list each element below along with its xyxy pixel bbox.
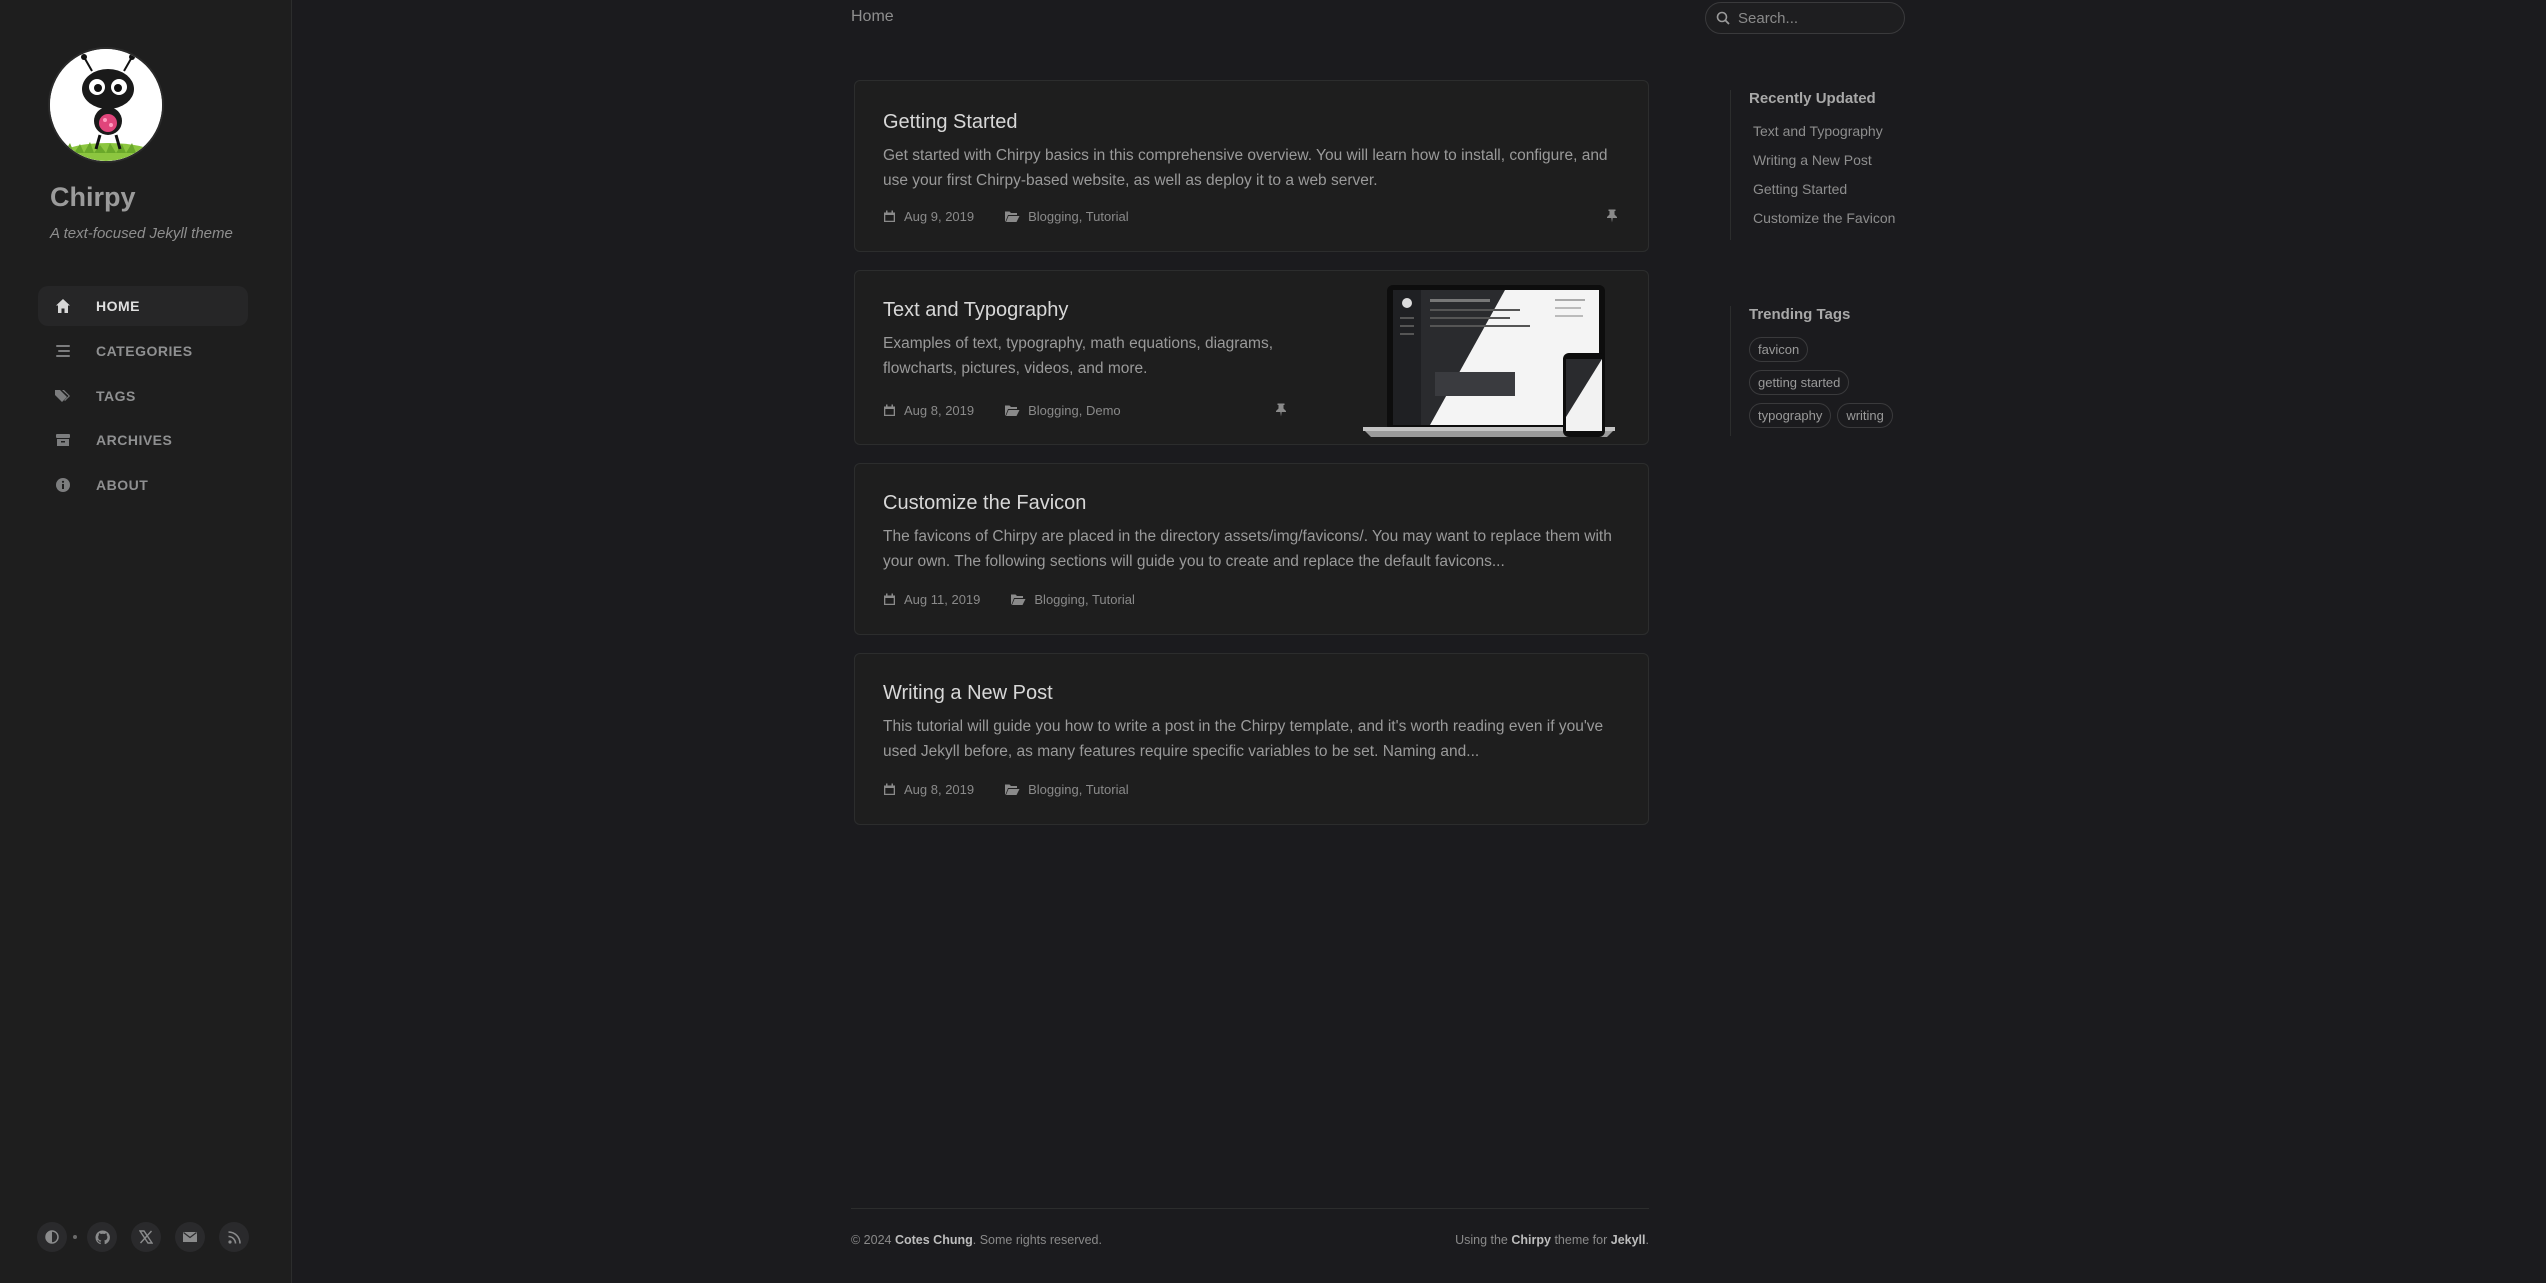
nav-item-home[interactable]: HOME [38,286,248,326]
end-text: . [1645,1233,1649,1247]
footer-divider [851,1208,1649,1209]
rss-icon [227,1230,241,1244]
tag-typography[interactable]: typography [1749,403,1832,428]
sidebar: Chirpy A text-focused Jekyll theme HOME … [0,0,292,1283]
stream-icon [54,342,72,360]
calendar-icon [883,593,896,606]
nav-label: CATEGORIES [96,343,193,359]
footer-theme-credit: Using the Chirpy theme for Jekyll. [1455,1233,1649,1247]
recent-link[interactable]: Text and Typography [1753,117,1895,146]
site-subtitle: A text-focused Jekyll theme [50,225,233,242]
recent-link[interactable]: Getting Started [1753,175,1895,204]
recent-link[interactable]: Writing a New Post [1753,146,1895,175]
theme-for-text: theme for [1554,1233,1608,1247]
post-meta: Aug 8, 2019 Blogging, Demo [883,403,1121,418]
folder-open-icon [1004,210,1020,223]
search-box[interactable] [1705,2,1905,34]
nav-item-tags[interactable]: TAGS [38,376,248,416]
trending-tags-panel: Trending Tags favicon getting started typo… [1730,306,1920,436]
post-title[interactable]: Text and Typography [883,299,1068,322]
recent-link[interactable]: Customize the Favicon [1753,204,1895,233]
post-categories: Blogging, Tutorial [1028,209,1129,224]
info-circle-icon [54,476,72,494]
post-card-text-and-typography[interactable]: Text and Typography Examples of text, ty… [854,270,1649,445]
folder-open-icon [1004,783,1020,796]
copyright-prefix: © 2024 [851,1233,892,1247]
search-icon [1716,11,1730,25]
theme-link[interactable]: Chirpy [1511,1233,1551,1247]
post-meta: Aug 9, 2019 Blogging, Tutorial [883,209,1129,224]
ant-mascot-icon [50,49,162,161]
search-input[interactable] [1738,9,1898,27]
post-title[interactable]: Customize the Favicon [883,492,1086,515]
pin-icon [1606,209,1618,228]
email-icon [183,1232,197,1242]
post-card-writing-a-new-post[interactable]: Writing a New Post This tutorial will gu… [854,653,1649,825]
tag-favicon[interactable]: favicon [1749,337,1809,362]
jekyll-link[interactable]: Jekyll [1611,1233,1646,1247]
github-button[interactable] [87,1222,117,1252]
post-meta: Aug 8, 2019 Blogging, Tutorial [883,782,1129,797]
breadcrumb: Home [851,8,894,25]
nav-label: ARCHIVES [96,432,173,448]
footer-copyright: © 2024 Cotes Chung. Some rights reserved… [851,1233,1102,1247]
post-card-getting-started[interactable]: Getting Started Get started with Chirpy … [854,80,1649,252]
tag-cloud: favicon getting started typography writing [1749,337,1919,436]
calendar-icon [883,210,896,223]
calendar-icon [883,783,896,796]
tag-getting-started[interactable]: getting started [1749,370,1850,395]
author-link[interactable]: Cotes Chung [895,1233,973,1247]
avatar[interactable] [48,47,164,163]
theme-toggle-icon [45,1230,59,1244]
devices-mockup-icon [1363,285,1615,437]
trending-tags-heading: Trending Tags [1749,306,1851,323]
archive-icon [54,431,72,449]
post-preview-image[interactable] [1345,277,1625,437]
x-twitter-icon [139,1230,153,1244]
post-excerpt: Get started with Chirpy basics in this c… [883,147,1608,189]
nav-item-archives[interactable]: ARCHIVES [38,420,248,460]
separator-dot [73,1235,77,1239]
recently-updated-heading: Recently Updated [1749,90,1876,107]
post-card-customize-the-favicon[interactable]: Customize the Favicon The favicons of Ch… [854,463,1649,635]
post-excerpt: This tutorial will guide you how to writ… [883,718,1604,760]
post-excerpt: The favicons of Chirpy are placed in the… [883,528,1612,570]
sidebar-bottom [37,1222,263,1252]
post-categories: Blogging, Tutorial [1028,782,1129,797]
post-date: Aug 8, 2019 [904,782,975,797]
nav-label: TAGS [96,388,136,404]
email-button[interactable] [175,1222,205,1252]
nav-item-categories[interactable]: CATEGORIES [38,331,248,371]
rights-text: . Some rights reserved. [972,1233,1102,1247]
rss-button[interactable] [219,1222,249,1252]
recently-updated-panel: Recently Updated Text and Typography Wri… [1730,90,1895,240]
post-excerpt: Examples of text, typography, math equat… [883,335,1273,377]
theme-toggle-button[interactable] [37,1222,67,1252]
nav-label: ABOUT [96,477,149,493]
pin-icon [1275,403,1287,422]
post-date: Aug 11, 2019 [904,592,981,607]
post-date: Aug 9, 2019 [904,209,975,224]
using-text: Using the [1455,1233,1508,1247]
home-icon [54,297,72,315]
calendar-icon [883,404,896,417]
folder-open-icon [1010,593,1026,606]
nav-item-about[interactable]: ABOUT [38,465,248,505]
folder-open-icon [1004,404,1020,417]
x-twitter-button[interactable] [131,1222,161,1252]
post-title[interactable]: Writing a New Post [883,682,1053,705]
github-icon [94,1229,110,1244]
post-meta: Aug 11, 2019 Blogging, Tutorial [883,592,1135,607]
site-title[interactable]: Chirpy [50,182,136,213]
tags-icon [54,387,72,405]
post-categories: Blogging, Demo [1028,403,1121,418]
post-categories: Blogging, Tutorial [1034,592,1135,607]
post-title[interactable]: Getting Started [883,111,1018,134]
nav-label: HOME [96,298,140,314]
post-date: Aug 8, 2019 [904,403,975,418]
tag-writing[interactable]: writing [1837,403,1893,428]
